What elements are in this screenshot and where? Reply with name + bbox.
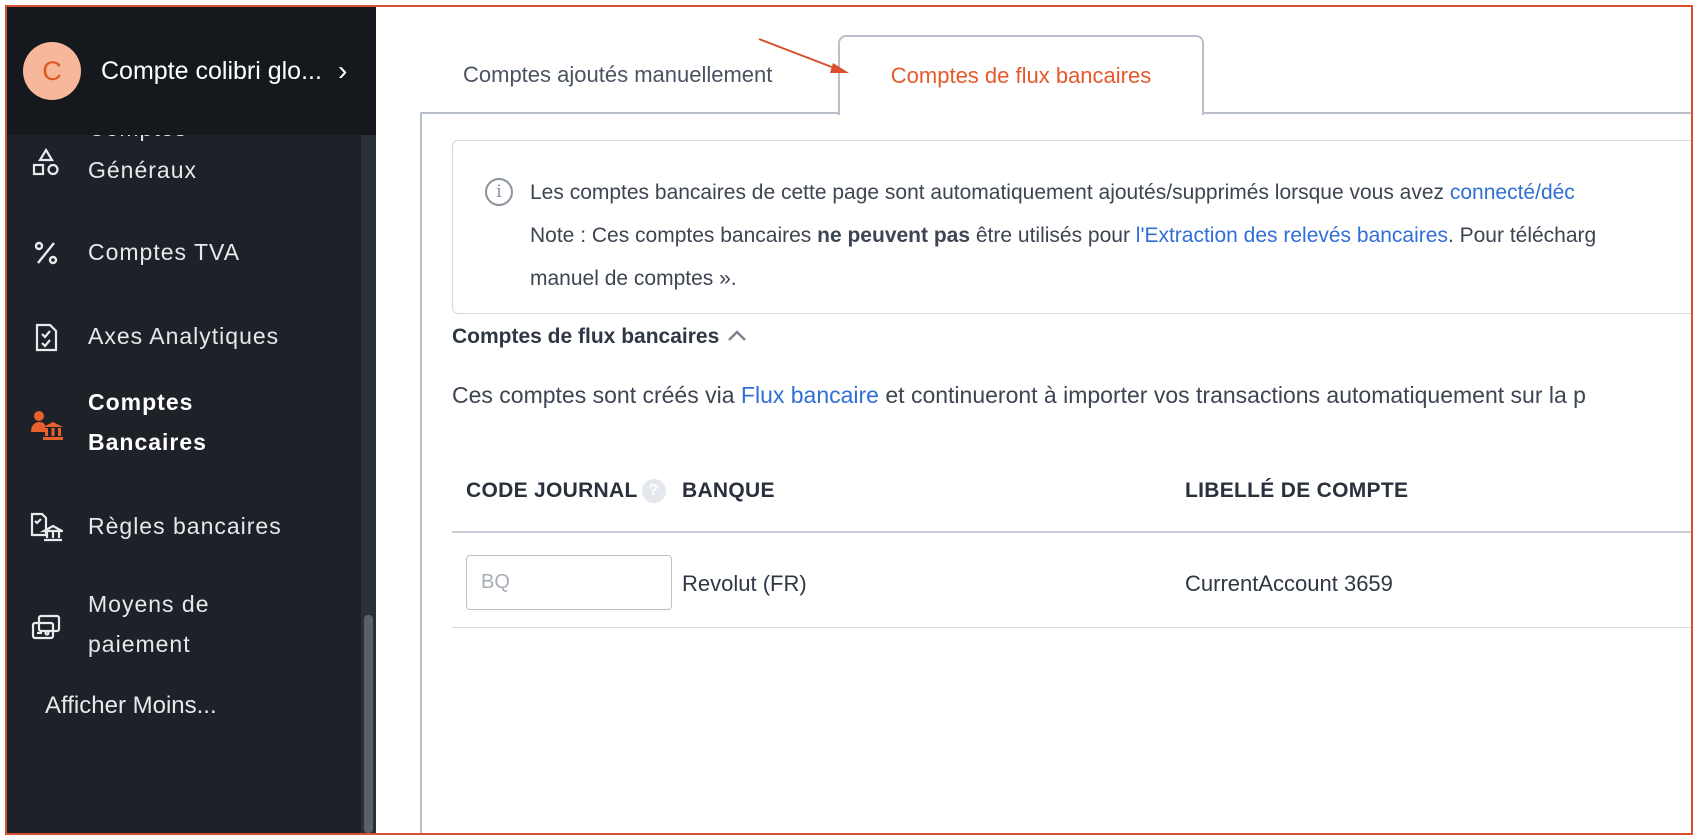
- info-text-segment: Les comptes bancaires de cette page sont…: [530, 181, 1450, 204]
- sidebar-item-label: Axes Analytiques: [88, 323, 280, 349]
- desc-text-segment: et continueront à importer vos transacti…: [878, 382, 1586, 408]
- scrollbar-thumb[interactable]: [364, 615, 373, 833]
- show-less-link[interactable]: Afficher Moins...: [45, 692, 217, 720]
- info-line-2: Note : Ces comptes bancaires ne peuvent …: [530, 214, 1691, 257]
- tab-content: i Les comptes bancaires de cette page so…: [420, 112, 1691, 833]
- sidebar-nav: Comptes Généraux Comptes TVA: [7, 135, 361, 833]
- flux-bancaire-link[interactable]: Flux bancaire: [741, 382, 879, 408]
- info-text-segment: Note : Ces comptes bancaires: [530, 224, 818, 247]
- account-name: Compte colibri glo...: [101, 56, 322, 85]
- main-panel: Comptes ajoutés manuellement Comptes de …: [376, 7, 1691, 833]
- chevron-right-icon: ›: [337, 55, 348, 86]
- screenshot-frame: C Compte colibri glo... › Comptes Généra…: [5, 5, 1693, 835]
- info-text-segment: . Pour télécharg: [1447, 224, 1597, 247]
- section-toggle[interactable]: Comptes de flux bancaires: [452, 325, 747, 349]
- bank-users-icon: [29, 408, 63, 442]
- column-header-label: CODE JOURNAL: [466, 479, 638, 502]
- table-header: CODE JOURNAL? BANQUE LIBELLÉ DE COMPTE: [452, 447, 1691, 533]
- sidebar-item-label: Comptes TVA: [88, 239, 241, 265]
- sidebar-item-comptes-bancaires[interactable]: Comptes Bancaires: [7, 381, 361, 471]
- info-text-bold: ne peuvent pas: [817, 224, 971, 247]
- connect-link[interactable]: connecté/déc: [1450, 181, 1575, 204]
- desc-text-segment: Ces comptes sont créés via: [452, 382, 741, 408]
- info-banner: i Les comptes bancaires de cette page so…: [452, 140, 1691, 314]
- info-line-3: manuel de comptes ».: [530, 267, 737, 290]
- bank-cell: Revolut (FR): [682, 571, 807, 596]
- sidebar-item-label: paiement: [88, 631, 191, 657]
- info-icon: i: [485, 178, 513, 206]
- shapes-icon: [29, 145, 63, 179]
- table-row: Revolut (FR) CurrentAccount 3659: [452, 533, 1691, 628]
- help-icon[interactable]: ?: [641, 479, 666, 504]
- sidebar-item-regles-bancaires[interactable]: Règles bancaires: [7, 503, 361, 551]
- sidebar-item-label: Bancaires: [88, 429, 207, 455]
- tab-comptes-ajoutes-manuellement[interactable]: Comptes ajoutés manuellement: [463, 62, 772, 88]
- sidebar-item-axes-analytiques[interactable]: Axes Analytiques: [7, 315, 361, 363]
- column-header-banque: BANQUE: [682, 479, 775, 502]
- percent-icon: [29, 236, 63, 270]
- account-switcher[interactable]: C Compte colibri glo... ›: [7, 7, 376, 135]
- clipboard-check-icon: [29, 320, 63, 354]
- chevron-up-icon: [727, 326, 747, 349]
- tab-label: Comptes de flux bancaires: [890, 63, 1152, 88]
- sidebar-item-label: Règles bancaires: [88, 513, 282, 539]
- avatar: C: [23, 42, 81, 100]
- info-line-1: Les comptes bancaires de cette page sont…: [530, 171, 1691, 214]
- sidebar-item-comptes-tva[interactable]: Comptes TVA: [7, 229, 361, 277]
- bank-rules-icon: [29, 510, 63, 544]
- tab-comptes-de-flux-bancaires[interactable]: Comptes de flux bancaires: [838, 35, 1204, 115]
- column-header-libelle: LIBELLÉ DE COMPTE: [1185, 479, 1409, 502]
- sidebar-item-label: Comptes: [88, 389, 194, 415]
- extraction-link[interactable]: l'Extraction des relevés bancaires: [1136, 224, 1448, 247]
- section-title: Comptes de flux bancaires: [452, 325, 720, 348]
- column-header-code-journal: CODE JOURNAL?: [466, 479, 666, 504]
- section-description: Ces comptes sont créés via Flux bancaire…: [452, 382, 1586, 409]
- sidebar-scrollbar[interactable]: [361, 135, 376, 833]
- sidebar-item-label: Comptes: [88, 135, 187, 150]
- sidebar-item-comptes-generaux[interactable]: Comptes Généraux: [7, 135, 361, 207]
- info-text-segment: être utilisés pour: [970, 224, 1136, 247]
- account-label-cell: CurrentAccount 3659: [1185, 571, 1393, 596]
- journal-code-input[interactable]: [466, 555, 672, 610]
- sidebar-item-label: Généraux: [88, 157, 198, 183]
- payment-methods-icon: [29, 611, 63, 645]
- info-text: Les comptes bancaires de cette page sont…: [530, 171, 1691, 300]
- sidebar-item-moyens-de-paiement[interactable]: Moyens de paiement: [7, 583, 361, 673]
- sidebar: C Compte colibri glo... › Comptes Généra…: [7, 7, 376, 833]
- sidebar-item-label: Moyens de: [88, 591, 210, 617]
